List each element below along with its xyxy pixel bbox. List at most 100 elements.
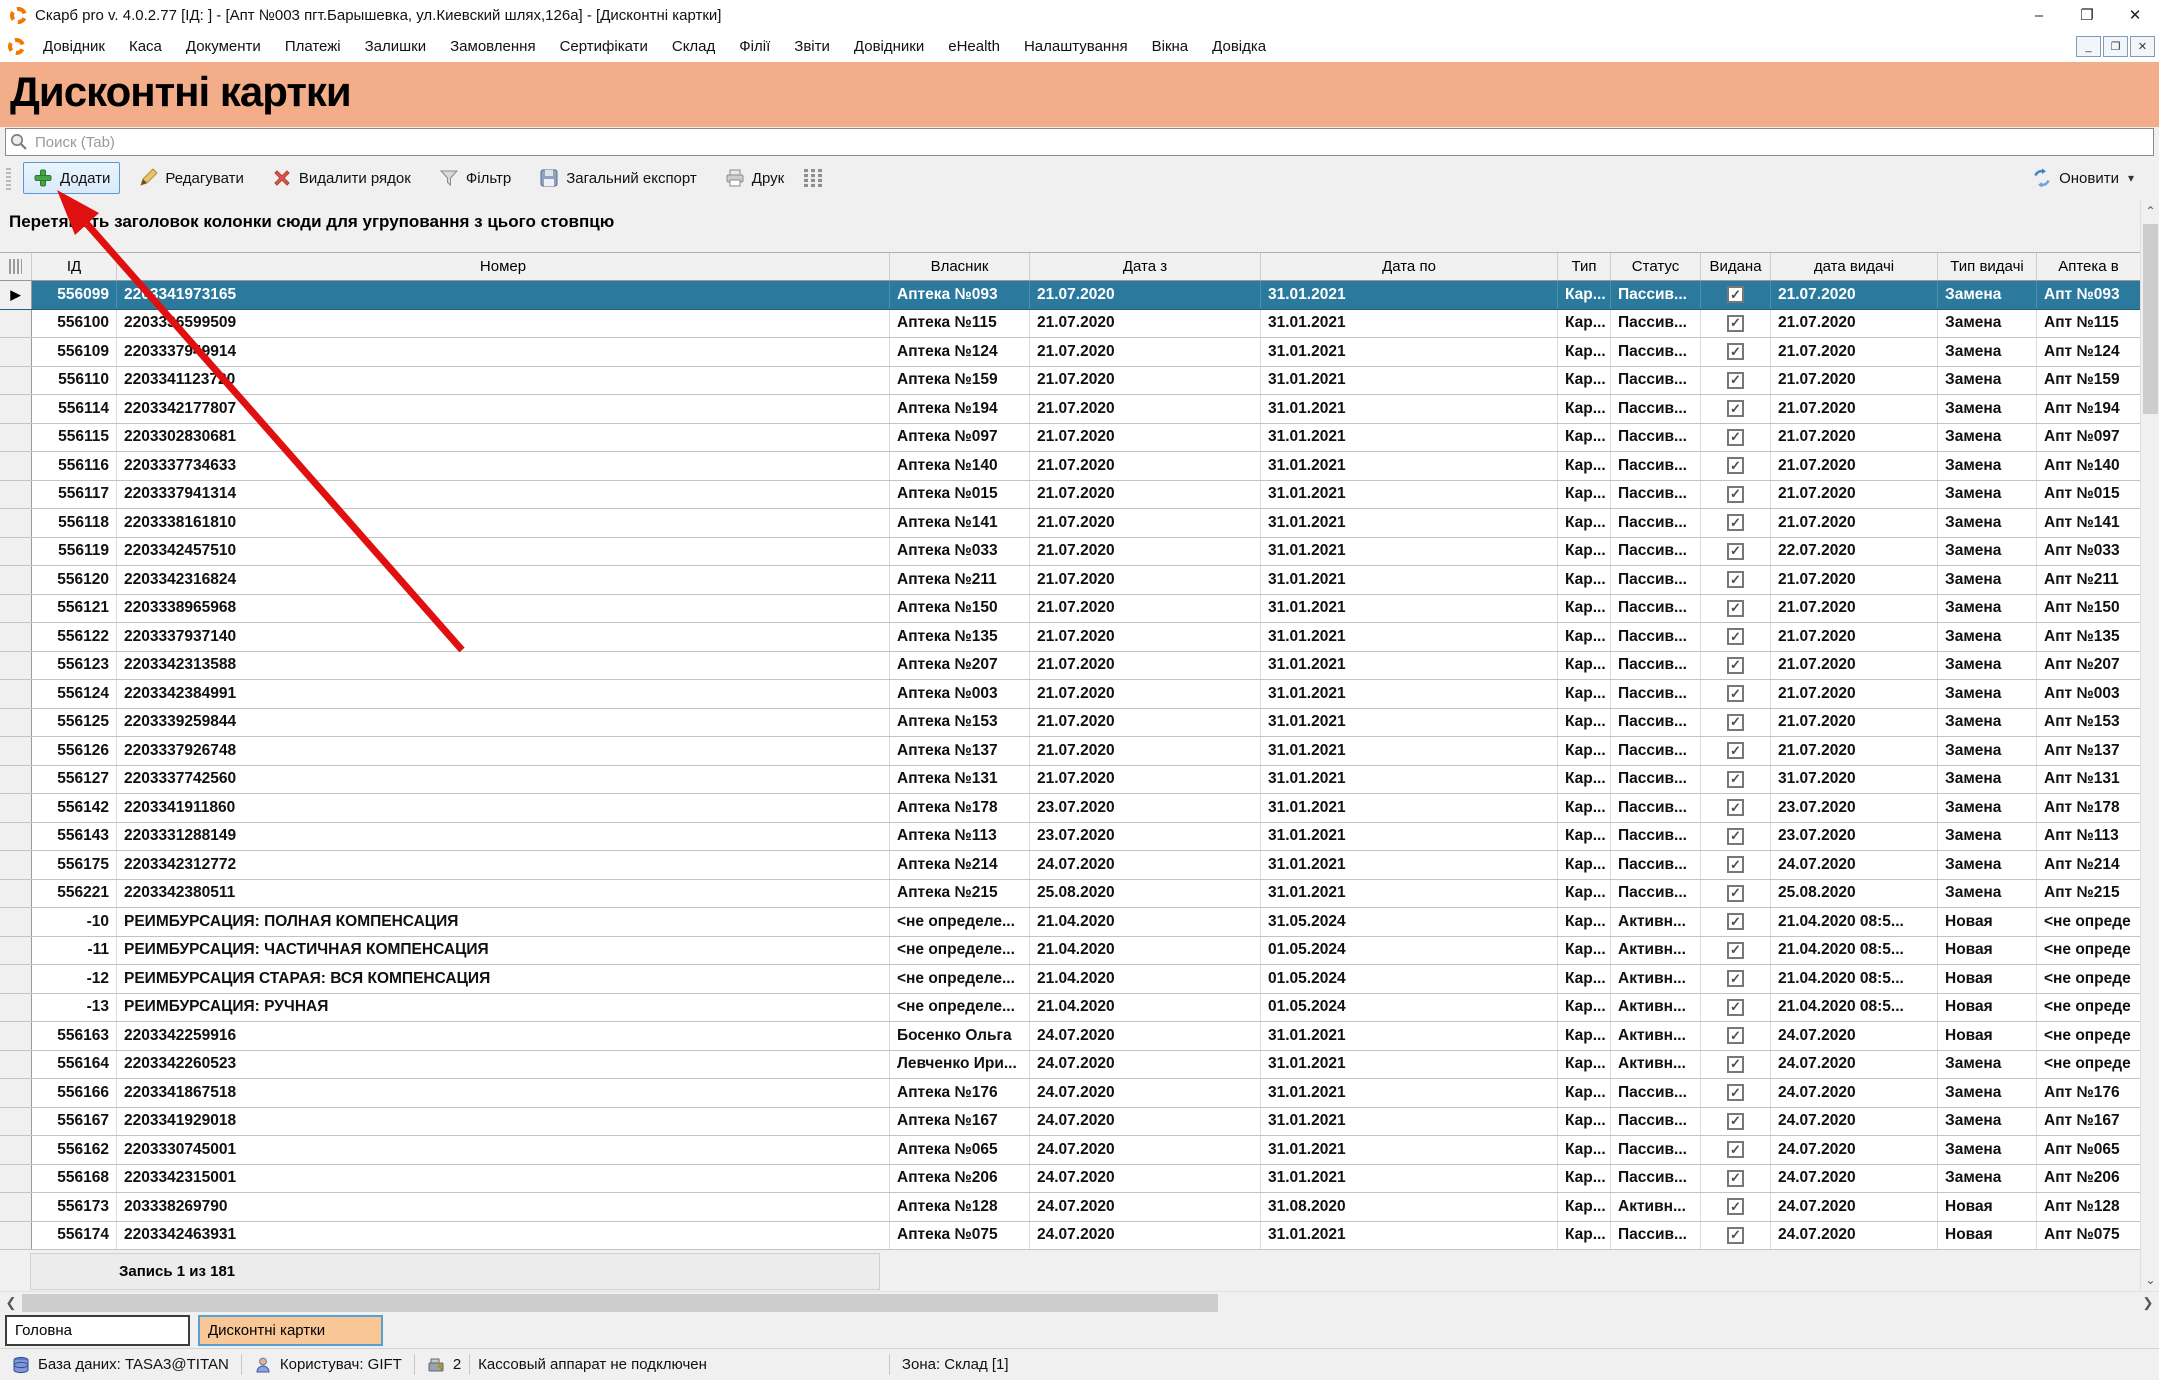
menu-item-13[interactable]: Налаштування [1012,34,1140,59]
column-header-5[interactable]: Дата по [1261,253,1558,280]
table-row[interactable]: 5561262203337926748Аптека №13721.07.2020… [0,737,2140,766]
issued-checkbox[interactable]: ✓ [1727,343,1744,360]
column-header-11[interactable]: Аптека в [2037,253,2140,280]
table-row[interactable]: 5561002203336599509Аптека №11521.07.2020… [0,310,2140,339]
menu-item-5[interactable]: Залишки [353,34,439,59]
table-row[interactable]: 5561192203342457510Аптека №03321.07.2020… [0,538,2140,567]
filter-button[interactable]: Фільтр [429,162,521,194]
menu-item-6[interactable]: Замовлення [438,34,547,59]
table-row[interactable]: 5561752203342312772Аптека №21424.07.2020… [0,851,2140,880]
table-row[interactable]: 5561152203302830681Аптека №09721.07.2020… [0,424,2140,453]
add-button[interactable]: Додати [23,162,120,194]
table-row[interactable]: 5561642203342260523Левченко Ири...24.07.… [0,1051,2140,1080]
menu-item-9[interactable]: Філії [727,34,782,59]
issued-checkbox[interactable]: ✓ [1727,600,1744,617]
issued-checkbox[interactable]: ✓ [1727,400,1744,417]
issued-checkbox[interactable]: ✓ [1727,1141,1744,1158]
vertical-scrollbar-thumb[interactable] [2143,224,2158,414]
table-row[interactable]: 5561662203341867518Аптека №17624.07.2020… [0,1079,2140,1108]
table-corner-cell[interactable] [0,253,32,280]
search-box[interactable] [5,128,2154,156]
table-row[interactable]: 5561242203342384991Аптека №00321.07.2020… [0,680,2140,709]
column-header-8[interactable]: Видана [1701,253,1771,280]
table-row[interactable]: 5561102203341123720Аптека №15921.07.2020… [0,367,2140,396]
table-row[interactable]: 5561172203337941314Аптека №01521.07.2020… [0,481,2140,510]
chevron-down-icon[interactable]: ▾ [2128,171,2134,185]
table-row[interactable]: 5561142203342177807Аптека №19421.07.2020… [0,395,2140,424]
table-row[interactable]: -10РЕИМБУРСАЦИЯ: ПОЛНАЯ КОМПЕНСАЦИЯ<не о… [0,908,2140,937]
table-row[interactable]: 5561212203338965968Аптека №15021.07.2020… [0,595,2140,624]
issued-checkbox[interactable]: ✓ [1727,657,1744,674]
tab-2[interactable]: Дисконтні картки [198,1315,383,1346]
table-row[interactable]: 5561432203331288149Аптека №11323.07.2020… [0,823,2140,852]
issued-checkbox[interactable]: ✓ [1727,828,1744,845]
issued-checkbox[interactable]: ✓ [1727,543,1744,560]
close-button[interactable]: ✕ [2111,0,2159,30]
table-row[interactable]: ▶5560992203341973165Аптека №09321.07.202… [0,281,2140,310]
restore-button[interactable]: ❐ [2063,0,2111,30]
table-row[interactable]: -13РЕИМБУРСАЦИЯ: РУЧНАЯ<не определе...21… [0,994,2140,1023]
issued-checkbox[interactable]: ✓ [1727,999,1744,1016]
menu-item-7[interactable]: Сертифікати [548,34,660,59]
menu-item-4[interactable]: Платежі [273,34,353,59]
column-header-10[interactable]: Тип видачі [1938,253,2037,280]
issued-checkbox[interactable]: ✓ [1727,1084,1744,1101]
horizontal-scrollbar-thumb[interactable] [22,1294,1218,1312]
table-row[interactable]: 556173203338269790Аптека №12824.07.20203… [0,1193,2140,1222]
mdi-close-button[interactable]: ✕ [2130,36,2155,57]
issued-checkbox[interactable]: ✓ [1727,1027,1744,1044]
menu-item-3[interactable]: Документи [174,34,273,59]
issued-checkbox[interactable]: ✓ [1727,372,1744,389]
minimize-button[interactable]: – [2015,0,2063,30]
column-header-4[interactable]: Дата з [1030,253,1261,280]
issued-checkbox[interactable]: ✓ [1727,771,1744,788]
issued-checkbox[interactable]: ✓ [1727,742,1744,759]
table-row[interactable]: 5561622203330745001Аптека №06524.07.2020… [0,1136,2140,1165]
print-button[interactable]: Друк [715,162,794,194]
issued-checkbox[interactable]: ✓ [1727,1113,1744,1130]
issued-checkbox[interactable]: ✓ [1727,486,1744,503]
delete-row-button[interactable]: Видалити рядок [262,162,421,194]
issued-checkbox[interactable]: ✓ [1727,628,1744,645]
table-row[interactable]: 5561672203341929018Аптека №16724.07.2020… [0,1108,2140,1137]
issued-checkbox[interactable]: ✓ [1727,1056,1744,1073]
issued-checkbox[interactable]: ✓ [1727,315,1744,332]
table-row[interactable]: 5561742203342463931Аптека №07524.07.2020… [0,1222,2140,1251]
columns-icon[interactable] [804,169,822,187]
mdi-minimize-button[interactable]: _ [2076,36,2101,57]
issued-checkbox[interactable]: ✓ [1727,457,1744,474]
issued-checkbox[interactable]: ✓ [1727,685,1744,702]
scroll-left-arrow-icon[interactable]: ❮ [0,1292,22,1314]
column-header-3[interactable]: Власник [890,253,1030,280]
scroll-right-arrow-icon[interactable]: ❯ [2137,1292,2159,1314]
column-header-6[interactable]: Тип [1558,253,1611,280]
issued-checkbox[interactable]: ✓ [1727,429,1744,446]
issued-checkbox[interactable]: ✓ [1727,571,1744,588]
table-row[interactable]: 5561272203337742560Аптека №13121.07.2020… [0,766,2140,795]
table-row[interactable]: 5561162203337734633Аптека №14021.07.2020… [0,452,2140,481]
table-row[interactable]: 5561682203342315001Аптека №20624.07.2020… [0,1165,2140,1194]
menu-item-11[interactable]: Довідники [842,34,936,59]
issued-checkbox[interactable]: ✓ [1727,885,1744,902]
issued-checkbox[interactable]: ✓ [1727,1198,1744,1215]
scroll-down-arrow-icon[interactable]: ⌄ [2141,1269,2159,1291]
horizontal-scrollbar[interactable]: ❮ ❯ [0,1291,2159,1314]
export-button[interactable]: Загальний експорт [529,162,707,194]
tab-1[interactable]: Головна [5,1315,190,1346]
table-row[interactable]: 5561092203337949914Аптека №12421.07.2020… [0,338,2140,367]
menu-item-12[interactable]: eHealth [936,34,1012,59]
menu-item-10[interactable]: Звіти [782,34,842,59]
refresh-button[interactable]: Оновити ▾ [2022,162,2149,194]
issued-checkbox[interactable]: ✓ [1727,942,1744,959]
table-row[interactable]: 5561422203341911860Аптека №17823.07.2020… [0,794,2140,823]
column-header-7[interactable]: Статус [1611,253,1701,280]
table-row[interactable]: 5561182203338161810Аптека №14121.07.2020… [0,509,2140,538]
table-row[interactable]: 5561202203342316824Аптека №21121.07.2020… [0,566,2140,595]
table-row[interactable]: 5561232203342313588Аптека №20721.07.2020… [0,652,2140,681]
table-row[interactable]: -12РЕИМБУРСАЦИЯ СТАРАЯ: ВСЯ КОМПЕНСАЦИЯ<… [0,965,2140,994]
issued-checkbox[interactable]: ✓ [1727,970,1744,987]
menu-item-1[interactable]: Довідник [31,34,117,59]
issued-checkbox[interactable]: ✓ [1727,799,1744,816]
issued-checkbox[interactable]: ✓ [1727,1170,1744,1187]
menu-item-8[interactable]: Склад [660,34,727,59]
